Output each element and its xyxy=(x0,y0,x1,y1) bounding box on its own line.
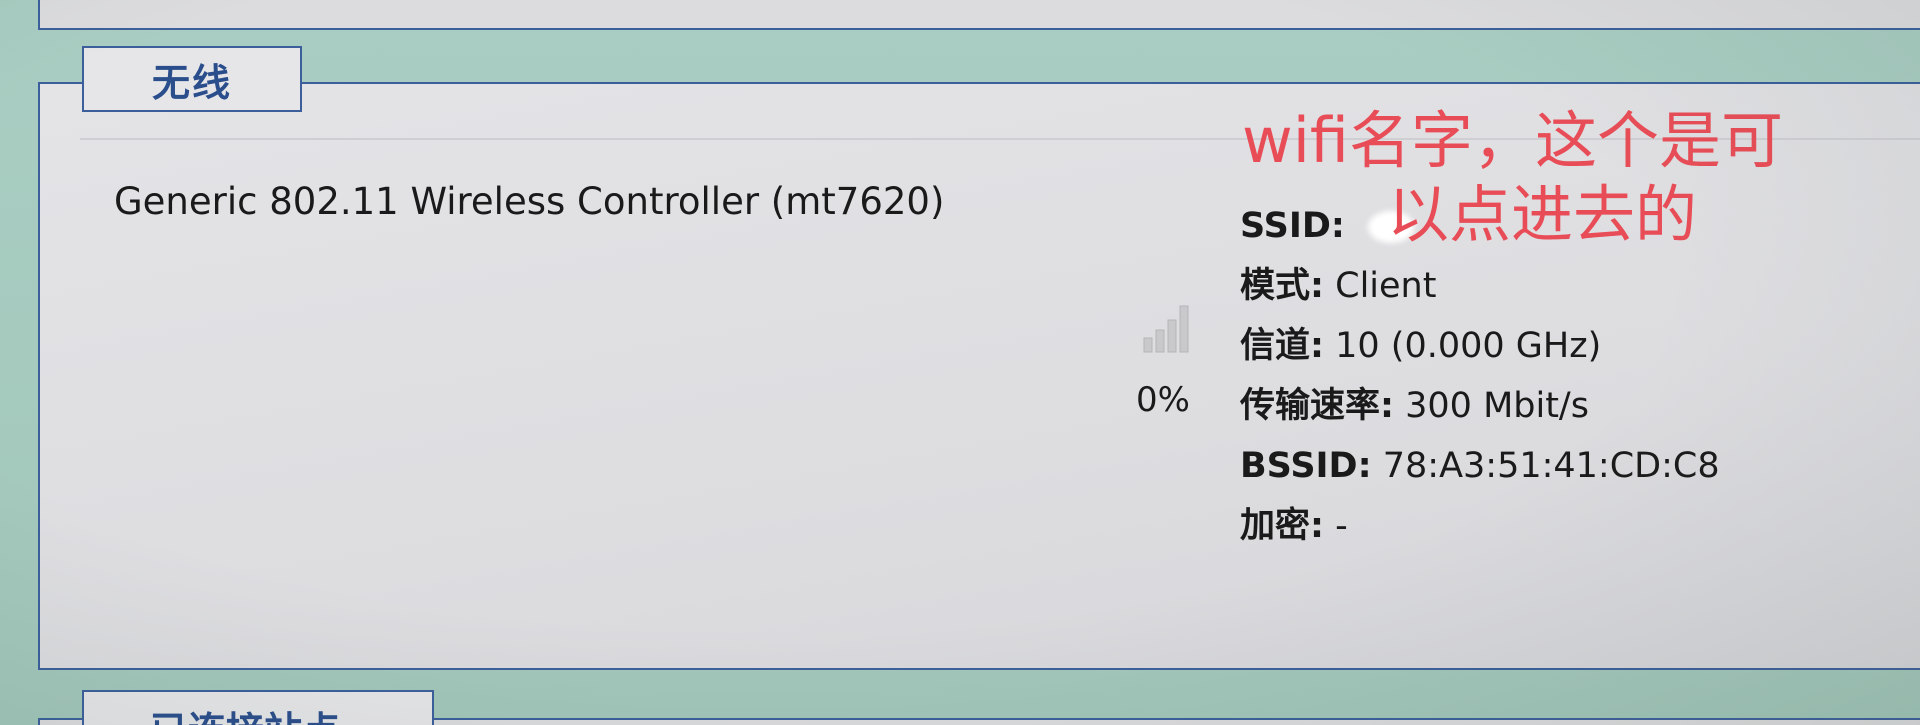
wireless-device-name: Generic 802.11 Wireless Controller (mt76… xyxy=(114,180,945,223)
encryption-row: 加密: - xyxy=(1240,496,1720,556)
encryption-label: 加密: xyxy=(1240,506,1324,546)
annotation-line-2: 以点进去的 xyxy=(1387,178,1698,251)
bssid-value: 78:A3:51:41:CD:C8 xyxy=(1382,446,1720,486)
annotation-line-1: wifi名字，这个是可 xyxy=(1242,104,1783,177)
associated-stations-legend: 已连接站点 xyxy=(82,690,434,725)
signal-bar-2 xyxy=(1155,329,1165,353)
encryption-value: - xyxy=(1335,506,1348,546)
signal-bar-4 xyxy=(1179,305,1189,353)
previous-panel xyxy=(38,0,1920,30)
bssid-row: BSSID: 78:A3:51:41:CD:C8 xyxy=(1240,436,1720,496)
mode-row: 模式: Client xyxy=(1240,256,1720,316)
bssid-label: BSSID: xyxy=(1240,446,1372,486)
screen: 无线 Generic 802.11 Wireless Controller (m… xyxy=(0,0,1920,725)
wireless-legend: 无线 xyxy=(82,46,302,112)
wifi-signal-icon xyxy=(1143,305,1189,353)
rate-label: 传输速率: xyxy=(1240,386,1394,426)
channel-value: 10 (0.000 GHz) xyxy=(1335,326,1602,366)
signal-bar-1 xyxy=(1143,337,1153,353)
channel-label: 信道: xyxy=(1240,326,1324,366)
mode-value: Client xyxy=(1335,266,1437,306)
mode-label: 模式: xyxy=(1240,266,1324,306)
signal-percent: 0% xyxy=(1136,380,1190,420)
handwritten-annotation: wifi名字，这个是可 以点进去的 xyxy=(1242,104,1902,252)
signal-bar-3 xyxy=(1167,319,1177,353)
channel-row: 信道: 10 (0.000 GHz) xyxy=(1240,316,1720,376)
rate-row: 传输速率: 300 Mbit/s xyxy=(1240,376,1720,436)
rate-value: 300 Mbit/s xyxy=(1405,386,1589,426)
